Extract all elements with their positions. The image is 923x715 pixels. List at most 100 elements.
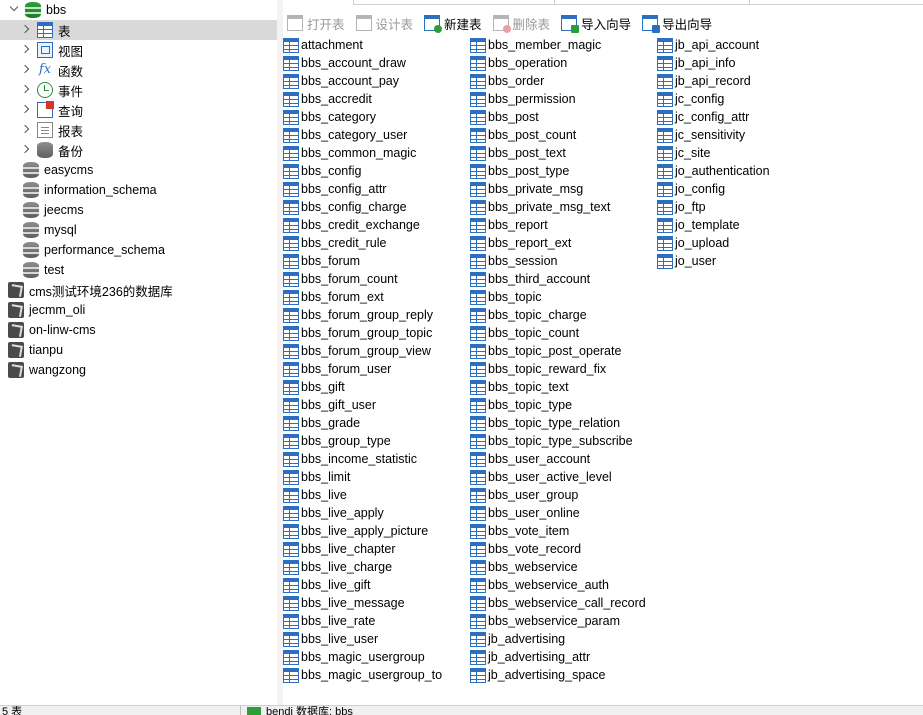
table-item[interactable]: bbs_forum [283, 252, 360, 270]
table-item[interactable]: bbs_topic [470, 288, 542, 306]
table-item[interactable]: bbs_user_account [470, 450, 590, 468]
table-item[interactable]: bbs_user_online [470, 504, 580, 522]
table-item[interactable]: bbs_forum_group_reply [283, 306, 433, 324]
chevron-right-icon[interactable] [20, 144, 32, 156]
nav-item-17[interactable]: tianpu [0, 340, 277, 360]
table-item[interactable]: bbs_config_attr [283, 180, 386, 198]
table-item[interactable]: bbs_vote_record [470, 540, 581, 558]
table-item[interactable]: bbs_grade [283, 414, 360, 432]
nav-item-4[interactable]: 事件 [0, 80, 277, 100]
chevron-right-icon[interactable] [20, 104, 32, 116]
table-item[interactable]: bbs_config [283, 162, 361, 180]
nav-item-5[interactable]: 查询 [0, 100, 277, 120]
table-item[interactable]: bbs_topic_type_subscribe [470, 432, 633, 450]
table-item[interactable]: bbs_topic_type [470, 396, 572, 414]
table-item[interactable]: bbs_report_ext [470, 234, 571, 252]
table-item[interactable]: bbs_forum_count [283, 270, 398, 288]
nav-item-14[interactable]: cms测试环境236的数据库 [0, 280, 277, 300]
table-item[interactable]: bbs_webservice_auth [470, 576, 609, 594]
chevron-right-icon[interactable] [20, 64, 32, 76]
table-item[interactable]: bbs_group_type [283, 432, 391, 450]
table-item[interactable]: bbs_webservice [470, 558, 578, 576]
export-wizard-button[interactable]: 导出向导 [638, 12, 716, 34]
table-item[interactable]: bbs_forum_ext [283, 288, 384, 306]
nav-item-12[interactable]: performance_schema [0, 240, 277, 260]
table-item[interactable]: jc_site [657, 144, 710, 162]
table-item[interactable]: bbs_gift [283, 378, 345, 396]
table-item[interactable]: jc_config_attr [657, 108, 749, 126]
delete-table-button[interactable]: 删除表 [489, 12, 555, 34]
chevron-right-icon[interactable] [20, 84, 32, 96]
table-item[interactable]: bbs_forum_group_topic [283, 324, 432, 342]
table-item[interactable]: jb_advertising_space [470, 666, 605, 684]
table-item[interactable]: bbs_accredit [283, 90, 372, 108]
table-item[interactable]: bbs_permission [470, 90, 576, 108]
chevron-down-icon[interactable] [8, 4, 20, 16]
table-item[interactable]: bbs_private_msg [470, 180, 583, 198]
table-item[interactable]: bbs_magic_usergroup_to [283, 666, 442, 684]
table-item[interactable]: bbs_income_statistic [283, 450, 417, 468]
import-wizard-button[interactable]: 导入向导 [557, 12, 635, 34]
table-item[interactable]: bbs_live_charge [283, 558, 392, 576]
table-item[interactable]: bbs_common_magic [283, 144, 416, 162]
table-item[interactable]: bbs_topic_text [470, 378, 569, 396]
table-item[interactable]: jb_advertising_attr [470, 648, 590, 666]
table-item[interactable]: bbs_user_group [470, 486, 578, 504]
nav-item-8[interactable]: easycms [0, 160, 277, 180]
table-item[interactable]: bbs_live_message [283, 594, 405, 612]
nav-item-3[interactable]: fx 函数 [0, 60, 277, 80]
table-item[interactable]: jo_template [657, 216, 740, 234]
table-item[interactable]: jo_ftp [657, 198, 706, 216]
table-item[interactable]: bbs_post [470, 108, 539, 126]
nav-item-7[interactable]: 备份 [0, 140, 277, 160]
table-item[interactable]: jo_upload [657, 234, 729, 252]
nav-item-1[interactable]: 表 [0, 20, 277, 40]
nav-item-0[interactable]: bbs [0, 0, 277, 20]
table-item[interactable]: bbs_live_chapter [283, 540, 396, 558]
table-item[interactable]: bbs_post_text [470, 144, 566, 162]
table-item[interactable]: bbs_config_charge [283, 198, 407, 216]
table-item[interactable]: bbs_post_count [470, 126, 576, 144]
chevron-right-icon[interactable] [20, 44, 32, 56]
table-item[interactable]: bbs_third_account [470, 270, 590, 288]
table-item[interactable]: bbs_account_draw [283, 54, 406, 72]
table-item[interactable]: bbs_live_rate [283, 612, 375, 630]
nav-item-6[interactable]: 报表 [0, 120, 277, 140]
table-item[interactable]: jc_config [657, 90, 724, 108]
table-item[interactable]: bbs_topic_count [470, 324, 579, 342]
table-item[interactable]: bbs_limit [283, 468, 350, 486]
table-item[interactable]: bbs_account_pay [283, 72, 399, 90]
new-table-button[interactable]: 新建表 [420, 12, 486, 34]
table-item[interactable]: bbs_webservice_call_record [470, 594, 646, 612]
nav-item-9[interactable]: information_schema [0, 180, 277, 200]
table-item[interactable]: attachment [283, 36, 363, 54]
table-item[interactable]: jb_advertising [470, 630, 565, 648]
table-item[interactable]: bbs_private_msg_text [470, 198, 610, 216]
table-item[interactable]: bbs_topic_reward_fix [470, 360, 606, 378]
table-item[interactable]: bbs_forum_group_view [283, 342, 431, 360]
table-item[interactable]: bbs_topic_type_relation [470, 414, 620, 432]
table-item[interactable]: bbs_post_type [470, 162, 569, 180]
table-item[interactable]: bbs_operation [470, 54, 567, 72]
table-item[interactable]: jo_authentication [657, 162, 770, 180]
table-item[interactable]: bbs_session [470, 252, 558, 270]
table-item[interactable]: bbs_report [470, 216, 548, 234]
table-item[interactable]: bbs_live_apply_picture [283, 522, 428, 540]
table-item[interactable]: bbs_magic_usergroup [283, 648, 425, 666]
table-item[interactable]: bbs_vote_item [470, 522, 569, 540]
table-item[interactable]: bbs_forum_user [283, 360, 391, 378]
table-item[interactable]: bbs_live [283, 486, 347, 504]
open-table-button[interactable]: 打开表 [283, 12, 349, 34]
table-item[interactable]: bbs_order [470, 72, 544, 90]
nav-item-15[interactable]: jecmm_oli [0, 300, 277, 320]
table-item[interactable]: bbs_user_active_level [470, 468, 612, 486]
table-item[interactable]: jo_user [657, 252, 716, 270]
table-item[interactable]: bbs_category [283, 108, 376, 126]
table-item[interactable]: jb_api_record [657, 72, 751, 90]
table-item[interactable]: bbs_live_apply [283, 504, 384, 522]
table-item[interactable]: bbs_webservice_param [470, 612, 620, 630]
table-item[interactable]: jb_api_account [657, 36, 759, 54]
table-item[interactable]: jb_api_info [657, 54, 735, 72]
table-item[interactable]: jo_config [657, 180, 725, 198]
nav-item-16[interactable]: on-linw-cms [0, 320, 277, 340]
